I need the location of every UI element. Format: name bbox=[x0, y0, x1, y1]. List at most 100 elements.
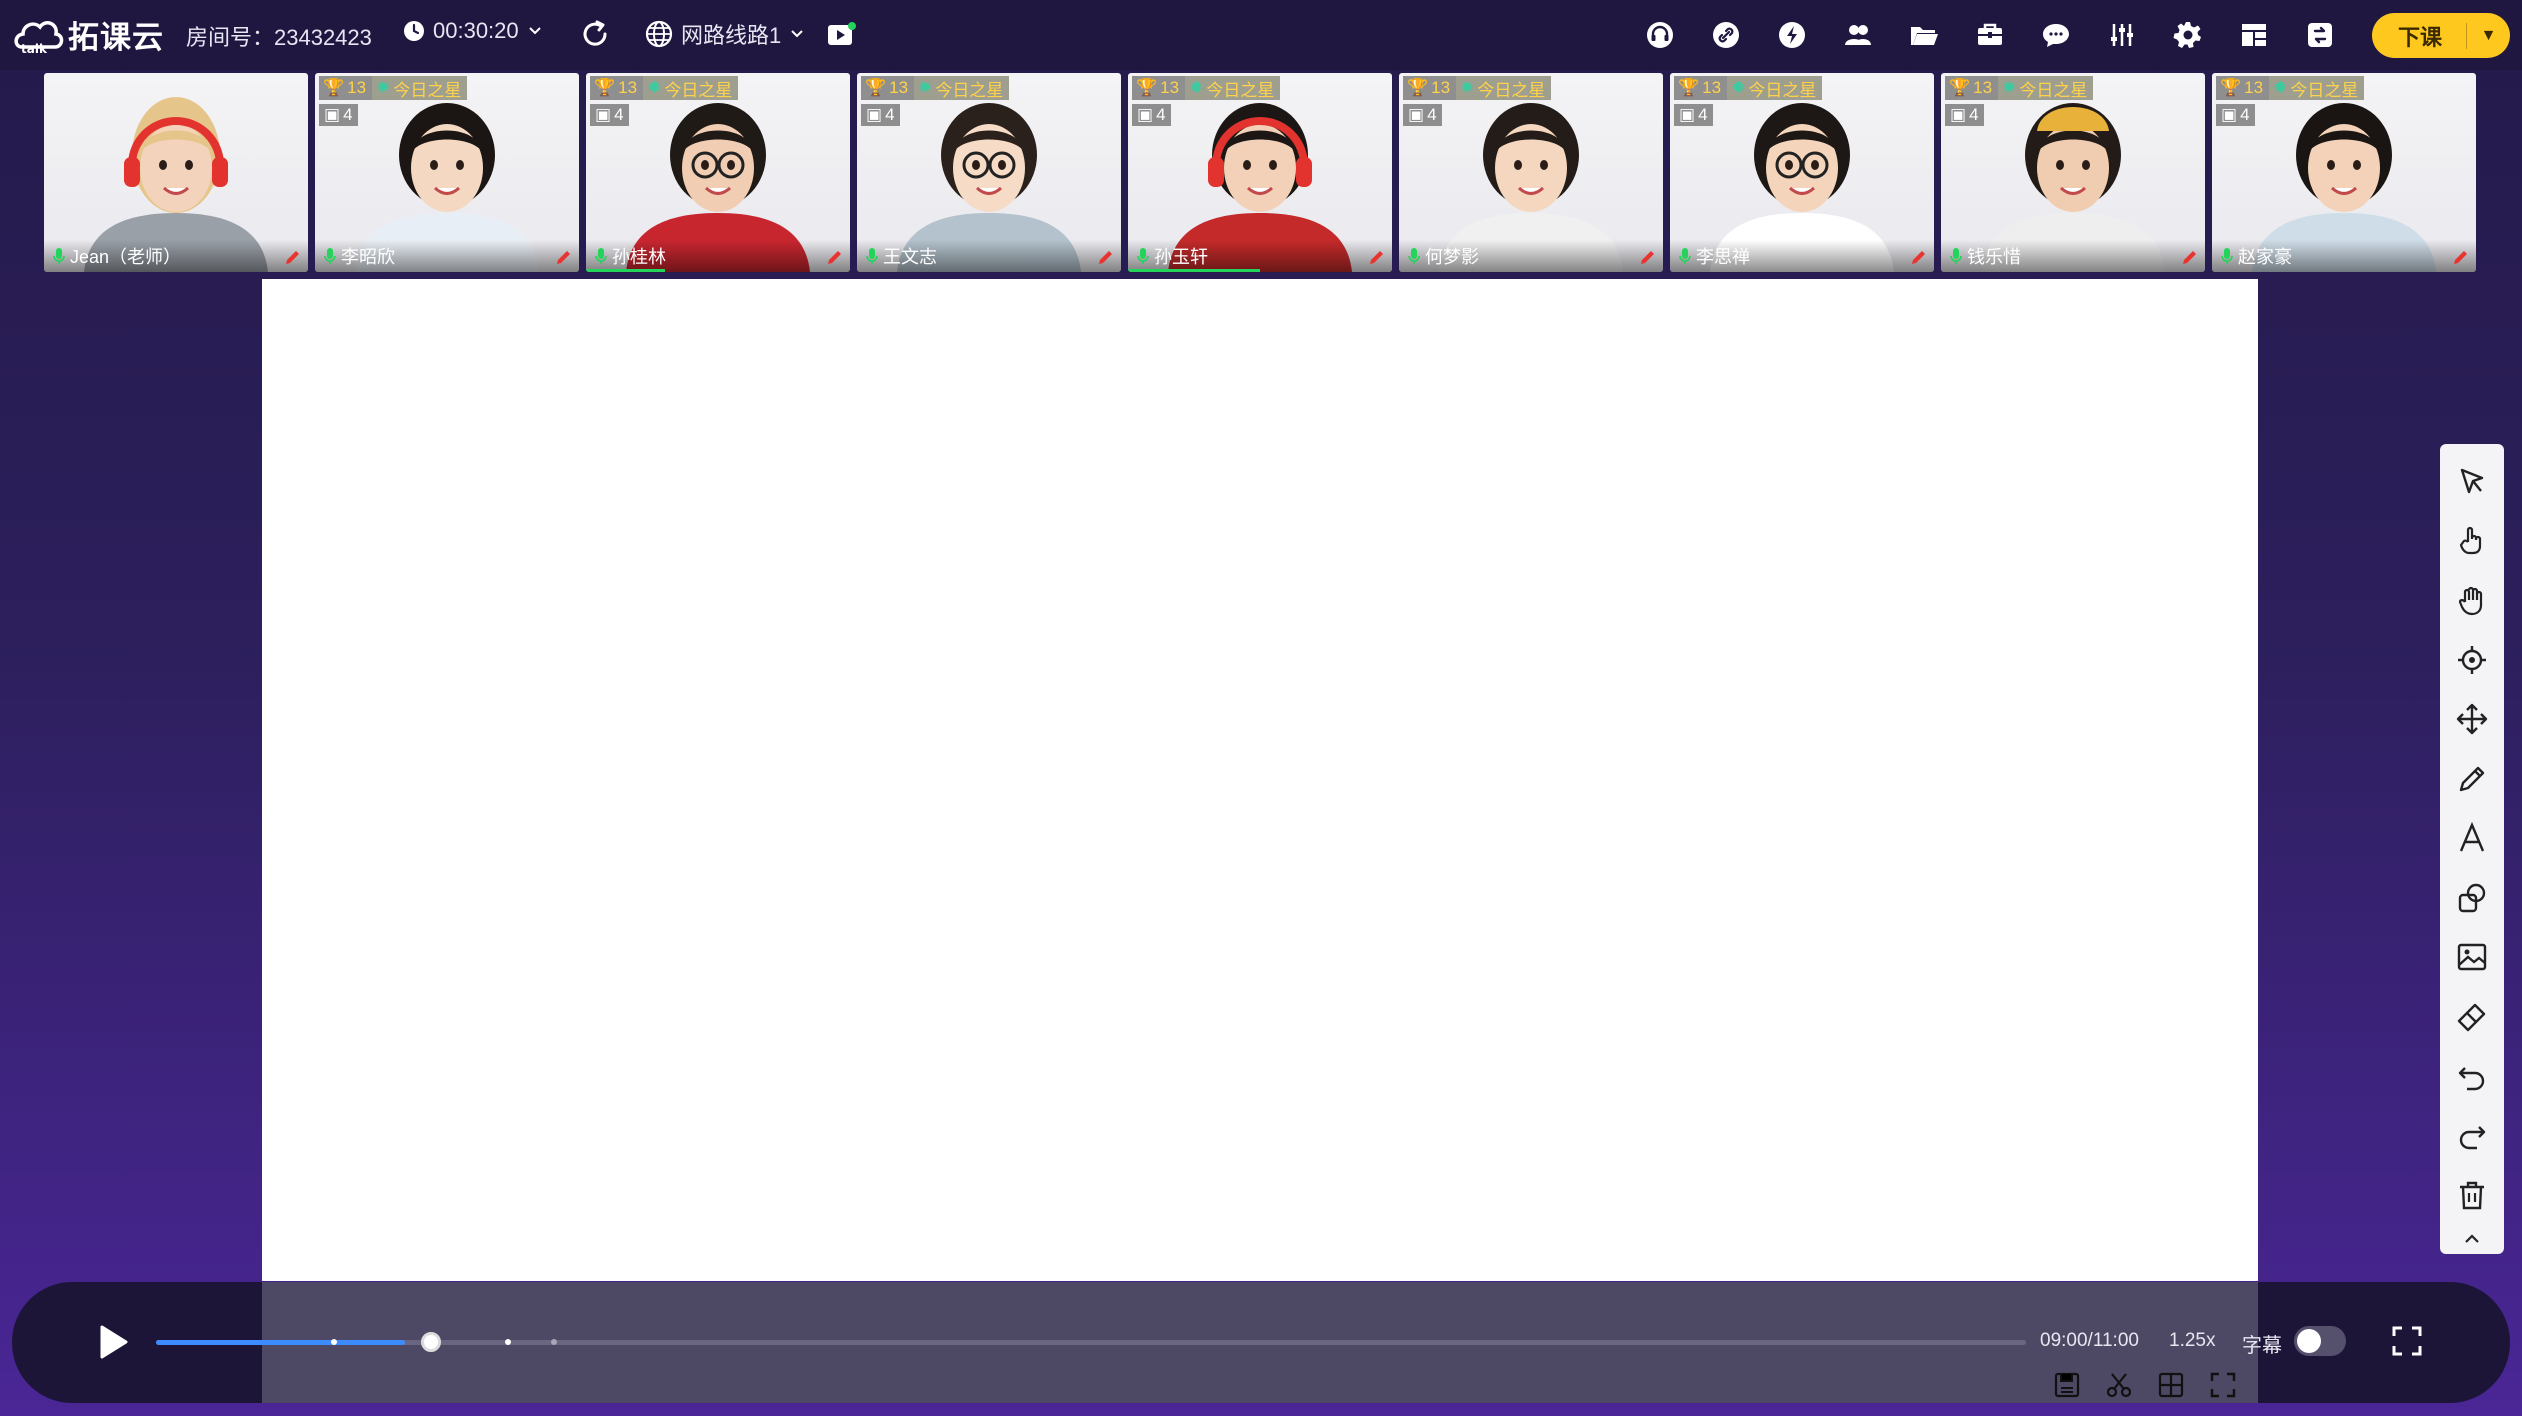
draw-permission-icon[interactable] bbox=[1368, 248, 1386, 266]
participant-name: 王文志 bbox=[883, 247, 937, 267]
whiteboard-canvas[interactable] bbox=[262, 279, 2258, 1281]
scissors-icon[interactable] bbox=[2104, 1370, 2134, 1400]
pen-tool[interactable] bbox=[2448, 749, 2496, 808]
trophy-count: 13 bbox=[1160, 78, 1180, 97]
microphone-icon[interactable] bbox=[865, 247, 879, 265]
hand-tool[interactable] bbox=[2448, 571, 2496, 630]
toolbox-icon[interactable] bbox=[1970, 15, 2010, 55]
chat-icon[interactable] bbox=[2036, 15, 2076, 55]
cup-badge: ▣ 4 bbox=[1403, 104, 1442, 126]
medal-icon: ▣ bbox=[1137, 105, 1154, 124]
draw-permission-icon[interactable] bbox=[2181, 248, 2199, 266]
medal-icon: ▣ bbox=[1679, 105, 1696, 124]
playback-speed[interactable]: 1.25x bbox=[2169, 1330, 2215, 1352]
room-number: 房间号：23432423 bbox=[186, 25, 372, 50]
trophy-badge: 🏆 13 bbox=[1674, 76, 1728, 100]
medal-icon: ▣ bbox=[595, 105, 612, 124]
star-label: 今日之星 bbox=[2019, 80, 2088, 100]
award-badges: 🏆 13 ✹ 今日之星 bbox=[1945, 76, 2094, 100]
chapter-marker[interactable] bbox=[551, 1339, 558, 1345]
undo-tool[interactable] bbox=[2448, 1046, 2496, 1105]
end-class-button[interactable]: 下课 ▼ bbox=[2372, 13, 2510, 58]
participant-tile[interactable]: 🏆 13 ✹ 今日之星 ▣ 4 王文志 bbox=[857, 73, 1121, 272]
shape-tool[interactable] bbox=[2448, 868, 2496, 927]
participant-tile[interactable]: 🏆 13 ✹ 今日之星 ▣ 4 李昭欣 bbox=[315, 73, 579, 272]
participant-tile[interactable]: 🏆 13 ✹ 今日之星 ▣ 4 孙玉轩 bbox=[1128, 73, 1392, 272]
microphone-icon[interactable] bbox=[2220, 247, 2234, 265]
participant-tile[interactable]: 🏆 13 ✹ 今日之星 ▣ 4 赵家豪 bbox=[2212, 73, 2476, 272]
participant-name: 何梦影 bbox=[1425, 247, 1479, 267]
select-tool[interactable] bbox=[2448, 452, 2496, 511]
participant-name: 钱乐惜 bbox=[1967, 247, 2021, 267]
mixer-icon[interactable] bbox=[2102, 15, 2142, 55]
microphone-icon[interactable] bbox=[323, 247, 337, 265]
refresh-icon[interactable] bbox=[578, 17, 612, 51]
microphone-icon[interactable] bbox=[1949, 247, 1963, 265]
class-timer[interactable]: 00:30:20 bbox=[403, 18, 543, 44]
progress-bar[interactable] bbox=[156, 1332, 2026, 1352]
trophy-count: 13 bbox=[1431, 78, 1451, 97]
progress-knob[interactable] bbox=[420, 1332, 441, 1352]
participant-tile[interactable]: Jean（老师） bbox=[44, 73, 308, 272]
star-of-day-badge: ✹ 今日之星 bbox=[372, 76, 468, 100]
star-icon: ✹ bbox=[1460, 78, 1475, 97]
chapter-marker[interactable] bbox=[504, 1339, 511, 1345]
settings-icon[interactable] bbox=[2168, 15, 2208, 55]
play-icon[interactable] bbox=[90, 1320, 134, 1364]
users-icon[interactable] bbox=[1838, 15, 1878, 55]
eraser-icon bbox=[2457, 1004, 2486, 1032]
network-selector[interactable]: 网路线路1 bbox=[645, 18, 805, 50]
laser-tool[interactable] bbox=[2448, 630, 2496, 689]
draw-permission-icon[interactable] bbox=[284, 248, 302, 266]
microphone-icon[interactable] bbox=[594, 247, 608, 265]
cup-badge: ▣ 4 bbox=[319, 104, 358, 126]
draw-permission-icon[interactable] bbox=[1639, 248, 1657, 266]
subtitle-toggle[interactable] bbox=[2294, 1326, 2346, 1356]
participant-tile[interactable]: 🏆 13 ✹ 今日之星 ▣ 4 孙桂林 bbox=[586, 73, 850, 272]
eraser-tool[interactable] bbox=[2448, 987, 2496, 1046]
chevron-down-icon bbox=[791, 30, 803, 38]
grid-icon[interactable] bbox=[2156, 1370, 2186, 1400]
participant-tile[interactable]: 🏆 13 ✹ 今日之星 ▣ 4 李思禅 bbox=[1670, 73, 1934, 272]
participant-tile[interactable]: 🏆 13 ✹ 今日之星 ▣ 4 何梦影 bbox=[1399, 73, 1663, 272]
cup-count: 4 bbox=[614, 105, 624, 124]
record-video-icon[interactable] bbox=[826, 20, 856, 50]
draw-permission-icon[interactable] bbox=[826, 248, 844, 266]
save-icon[interactable] bbox=[2052, 1370, 2082, 1400]
draw-permission-icon[interactable] bbox=[2452, 248, 2470, 266]
award-badges: 🏆 13 ✹ 今日之星 bbox=[2216, 76, 2365, 100]
top-toolbar-icons bbox=[1640, 15, 2340, 55]
subtitle-label: 字幕 bbox=[2242, 1335, 2282, 1357]
trophy-icon: 🏆 bbox=[1407, 78, 1429, 97]
move-tool[interactable] bbox=[2448, 690, 2496, 749]
fullscreen-icon[interactable] bbox=[2390, 1324, 2424, 1358]
expand-icon[interactable] bbox=[2208, 1370, 2238, 1400]
layout-icon[interactable] bbox=[2234, 15, 2274, 55]
text-tool[interactable] bbox=[2448, 808, 2496, 867]
clear-tool[interactable] bbox=[2448, 1165, 2496, 1224]
participant-name: 孙玉轩 bbox=[1154, 247, 1208, 267]
screen-switch-icon[interactable] bbox=[2300, 15, 2340, 55]
caret-down-icon[interactable]: ▼ bbox=[2467, 27, 2510, 45]
image-tool[interactable] bbox=[2448, 927, 2496, 986]
chapter-marker[interactable] bbox=[330, 1339, 337, 1345]
microphone-icon[interactable] bbox=[1407, 247, 1421, 265]
collapse-toolbar-button[interactable] bbox=[2448, 1224, 2496, 1254]
link-icon[interactable] bbox=[1706, 15, 1746, 55]
microphone-icon[interactable] bbox=[52, 247, 66, 265]
image-icon bbox=[2457, 943, 2487, 971]
click-tool[interactable] bbox=[2448, 511, 2496, 570]
cup-badge: ▣ 4 bbox=[861, 104, 900, 126]
microphone-icon[interactable] bbox=[1136, 247, 1150, 265]
folder-icon[interactable] bbox=[1904, 15, 1944, 55]
logo-text: 拓课云 bbox=[68, 20, 164, 55]
microphone-icon[interactable] bbox=[1678, 247, 1692, 265]
draw-permission-icon[interactable] bbox=[555, 248, 573, 266]
lightning-icon[interactable] bbox=[1772, 15, 1812, 55]
draw-permission-icon[interactable] bbox=[1097, 248, 1115, 266]
audio-level-bar bbox=[586, 269, 666, 272]
redo-tool[interactable] bbox=[2448, 1105, 2496, 1164]
participant-tile[interactable]: 🏆 13 ✹ 今日之星 ▣ 4 钱乐惜 bbox=[1941, 73, 2205, 272]
draw-permission-icon[interactable] bbox=[1910, 248, 1928, 266]
headset-icon[interactable] bbox=[1640, 15, 1680, 55]
